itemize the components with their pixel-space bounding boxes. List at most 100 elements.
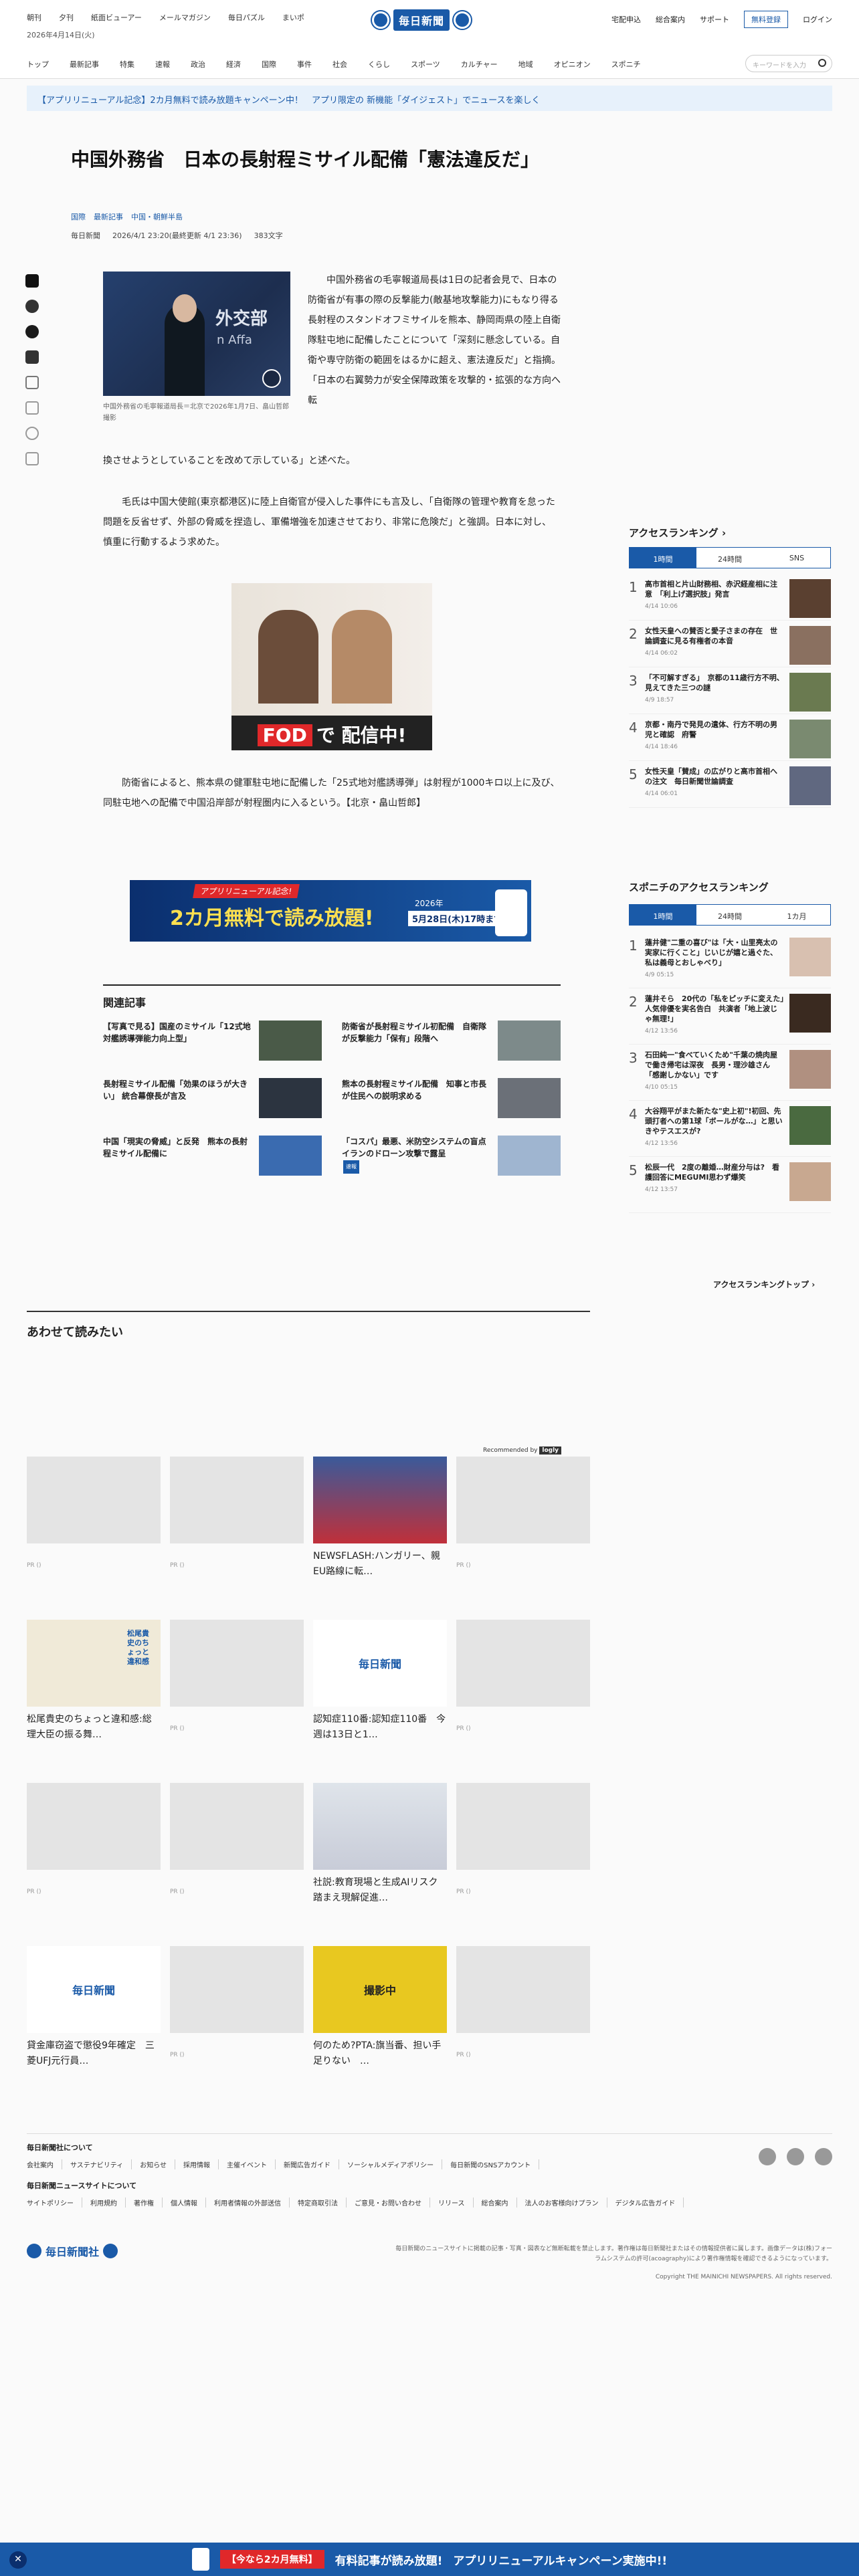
footer-link[interactable]: サイトポリシー <box>27 2197 82 2208</box>
footer-link[interactable]: 採用情報 <box>183 2159 219 2169</box>
rec-card[interactable]: 毎日新聞 貸金庫窃盗で懲役9年確定 三菱UFJ元行員… <box>27 1946 161 2109</box>
ranking-item[interactable]: 2 蓮井そら 20代の「私をピッチに変えた」人気俳優を実名告白 共演者「地上波じゃ… <box>629 988 831 1045</box>
nav-item[interactable]: 経済 <box>226 59 241 70</box>
facebook-icon[interactable] <box>25 325 39 338</box>
nav-item[interactable]: 社会 <box>332 59 347 70</box>
hatena-icon[interactable] <box>25 350 39 364</box>
ranking-item[interactable]: 3 石田純一"食べていくため"千葉の焼肉屋で働き帰宅は深夜 長男・理沙雄さん「感謝… <box>629 1045 831 1101</box>
footer-link[interactable]: サステナビリティ <box>70 2159 132 2169</box>
ranking-item[interactable]: 5 女性天皇「賛成」の広がりと高市首相への注文 毎日新聞世論調査 4/14 06:0… <box>629 761 831 808</box>
rec-card[interactable]: NEWSFLASH:ハンガリー、親EU路線に転… <box>313 1457 447 1620</box>
rec-card[interactable]: PR () <box>170 1946 304 2109</box>
tab-1month[interactable]: 1カ月 <box>763 905 830 925</box>
nav-item[interactable]: 最新記事 <box>70 59 99 70</box>
related-item[interactable]: 【写真で見る】国産のミサイル「12式地対艦誘導弾能力向上型」 <box>103 1021 322 1063</box>
footer-link[interactable]: 利用規約 <box>90 2197 126 2208</box>
ranking-item[interactable]: 1 高市首相と片山財務相、赤沢経産相に注意 「利上げ選択肢」発言 4/14 10:0… <box>629 574 831 621</box>
rec-card[interactable]: PR () <box>27 1783 161 1946</box>
nav-item[interactable]: 事件 <box>297 59 312 70</box>
footer-link[interactable]: ソーシャルメディアポリシー <box>347 2159 443 2169</box>
nav-item[interactable]: トップ <box>27 59 49 70</box>
nav-item[interactable]: 地域 <box>518 59 533 70</box>
rec-card[interactable]: 撮影中 何のため?PTA:旗当番、担い手足りない … <box>313 1946 447 2109</box>
nav-item[interactable]: オピニオン <box>554 59 591 70</box>
footer-link[interactable]: 特定商取引法 <box>298 2197 347 2208</box>
nav-item[interactable]: スポニチ <box>611 59 641 70</box>
bottom-campaign-bar[interactable]: ✕ 【今なら2カ月無料】 有料記事が読み放題! アプリリニューアルキャンペーン実… <box>0 2543 859 2576</box>
category-link[interactable]: 国際 <box>71 211 86 222</box>
footer-link[interactable]: リリース <box>438 2197 474 2208</box>
footer-link[interactable]: 総合案内 <box>482 2197 517 2208</box>
close-icon[interactable]: ✕ <box>9 2551 27 2569</box>
footer-logo[interactable]: 毎日新聞社 <box>27 2243 118 2259</box>
zoom-icon[interactable] <box>262 369 281 388</box>
ranking-item[interactable]: 5 松辰一代 2度の離婚…財産分与は? 看護回答にMEGUMI思わず爆笑 4/12 … <box>629 1157 831 1213</box>
campaign-banner[interactable]: アプリリニューアル記念! 2カ月無料で読み放題! 2026年 5月28日(木)1… <box>130 880 531 942</box>
nav-item[interactable]: 速報 <box>155 59 170 70</box>
register-button[interactable]: 無料登録 <box>744 11 788 28</box>
ranking-item[interactable]: 4 京都・南丹で発見の遺体、行方不明の男児と確認 府警 4/14 18:46 <box>629 714 831 761</box>
video-ad[interactable]: FOD で 配信中! <box>231 583 432 750</box>
nav-item[interactable]: 特集 <box>120 59 134 70</box>
rec-card[interactable]: 社説:教育現場と生成AIリスク踏まえ現解促進… <box>313 1783 447 1946</box>
category-link[interactable]: 最新記事 <box>94 211 123 222</box>
rec-card[interactable]: PR () <box>170 1620 304 1783</box>
top-link[interactable]: 紙面ビューアー <box>91 12 142 23</box>
ranking-item[interactable]: 1 蓮井健"二重の喜び"は「大・山里亮太の実家に行くこと」じいじが嬉と過ぐた、私は… <box>629 932 831 988</box>
related-item[interactable]: 中国「現実の脅威」と反発 熊本の長射程ミサイル配備に <box>103 1136 322 1178</box>
rec-card[interactable]: PR () <box>456 1620 590 1783</box>
footer-link[interactable]: デジタル広告ガイド <box>615 2197 684 2208</box>
footer-link[interactable]: 毎日新聞のSNSアカウント <box>450 2159 540 2169</box>
search-icon[interactable] <box>818 59 826 67</box>
ranking-item[interactable]: 2 女性天皇への賛否と愛子さまの存在 世論調査に見る有権者の本音 4/14 06:0… <box>629 621 831 667</box>
nav-item[interactable]: スポーツ <box>411 59 440 70</box>
tab-24hour[interactable]: 24時間 <box>696 548 763 568</box>
related-item[interactable]: 「コスパ」最悪、米防空システムの盲点 イランのドローン攻撃で露呈 速報 <box>342 1136 561 1178</box>
hatena-icon[interactable] <box>815 2148 832 2165</box>
tab-sns[interactable]: SNS <box>763 548 830 568</box>
footer-link[interactable]: 新聞広告ガイド <box>284 2159 340 2169</box>
footer-link[interactable]: 会社案内 <box>27 2159 62 2169</box>
top-link[interactable]: 毎日パズル <box>228 12 265 23</box>
tab-24hour[interactable]: 24時間 <box>696 905 763 925</box>
footer-link[interactable]: 個人情報 <box>171 2197 206 2208</box>
article-photo[interactable]: 外交部 n Affa <box>103 272 290 396</box>
footer-link[interactable]: お知らせ <box>140 2159 176 2169</box>
print-icon[interactable] <box>25 452 39 465</box>
related-item[interactable]: 防衛省が長射程ミサイル初配備 自衛隊が反撃能力「保有」段階へ <box>342 1021 561 1063</box>
header-link[interactable]: 総合案内 <box>656 14 685 25</box>
footer-link[interactable]: 法人のお客様向けプラン <box>525 2197 607 2208</box>
ranking-item[interactable]: 4 大谷翔平がまた新たな"史上初"!初回、先頭打者への第1球「ボールがな…」と思い… <box>629 1101 831 1157</box>
rec-card[interactable]: PR () <box>456 1457 590 1620</box>
related-item[interactable]: 熊本の長射程ミサイル配備 知事と市長が住民への説明求める <box>342 1078 561 1121</box>
ranking-item[interactable]: 3 「不可解すぎる」 京都の11歳行方不明、見えてきた三つの謎 4/9 18:57 <box>629 667 831 714</box>
mail-icon[interactable] <box>25 401 39 415</box>
top-link[interactable]: まいポ <box>282 12 304 23</box>
header-link[interactable]: サポート <box>700 14 729 25</box>
top-link[interactable]: メールマガジン <box>159 12 211 23</box>
rec-card[interactable]: PR () <box>27 1457 161 1620</box>
category-link[interactable]: 中国・朝鮮半島 <box>131 211 183 222</box>
link-icon[interactable] <box>25 427 39 440</box>
nav-item[interactable]: 国際 <box>262 59 276 70</box>
rec-card[interactable]: PR () <box>456 1783 590 1946</box>
footer-link[interactable]: 主催イベント <box>227 2159 276 2169</box>
tab-1hour[interactable]: 1時間 <box>630 548 696 568</box>
nav-item[interactable]: 政治 <box>191 59 205 70</box>
top-link[interactable]: 夕刊 <box>59 12 74 23</box>
tab-1hour[interactable]: 1時間 <box>630 905 696 925</box>
search-input[interactable]: キーワードを入力 <box>745 55 832 72</box>
x-icon[interactable] <box>759 2148 776 2165</box>
site-logo[interactable]: 毎日新聞 <box>372 7 492 33</box>
footer-link[interactable]: ご意見・お問い合わせ <box>355 2197 430 2208</box>
sponichi-ranking-title[interactable]: スポニチのアクセスランキング <box>629 880 769 894</box>
ranking-top-link[interactable]: アクセスランキングトップ › <box>713 1279 815 1290</box>
rec-card[interactable]: 松尾貴史のちょっと違和感 松尾貴史のちょっと違和感:総理大臣の振る舞… <box>27 1620 161 1783</box>
access-ranking-title[interactable]: アクセスランキング › <box>629 526 726 540</box>
related-item[interactable]: 長射程ミサイル配備「効果のほうが大きい」 統合幕僚長が言及 <box>103 1078 322 1121</box>
nav-item[interactable]: くらし <box>368 59 390 70</box>
rec-card[interactable]: PR () <box>170 1783 304 1946</box>
login-link[interactable]: ログイン <box>803 14 832 25</box>
x-share-icon[interactable] <box>25 274 39 288</box>
bookmark-icon[interactable] <box>25 376 39 389</box>
